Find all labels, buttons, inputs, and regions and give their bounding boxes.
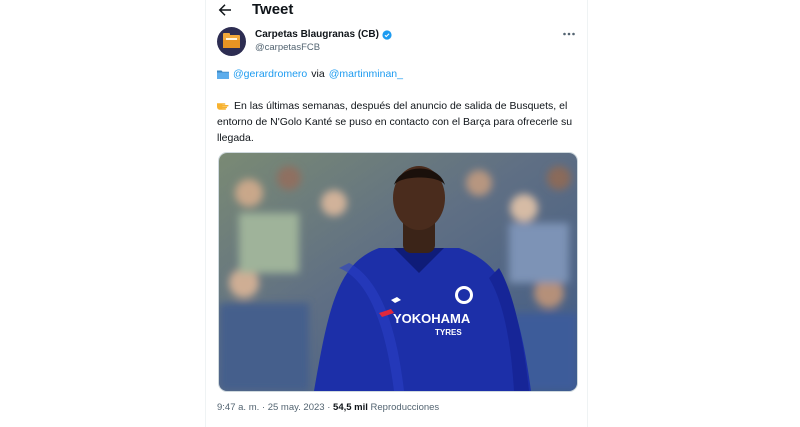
more-icon[interactable] xyxy=(562,29,576,39)
avatar[interactable] xyxy=(217,27,246,56)
source-line: @gerardromero via @martinminan_ xyxy=(217,68,403,80)
views-count: 54,5 mil xyxy=(333,402,368,413)
sponsor-text: YOKOHAMA xyxy=(393,311,471,326)
player-photo: YOKOHAMA TYRES xyxy=(219,153,577,391)
meta-separator-2: · xyxy=(327,402,331,413)
meta-separator: · xyxy=(261,402,266,413)
tweet-text-content: En las últimas semanas, después del anun… xyxy=(217,100,573,144)
mention-martinminan[interactable]: @martinminan_ xyxy=(329,68,403,80)
tweet-photo[interactable]: YOKOHAMA TYRES xyxy=(218,152,578,392)
pointing-hand-icon xyxy=(217,103,229,110)
tweet-date[interactable]: 25 may. 2023 xyxy=(268,402,325,413)
sponsor-subtext: TYRES xyxy=(435,328,462,337)
mention-gerardromero[interactable]: @gerardromero xyxy=(233,68,307,80)
author-name-row[interactable]: Carpetas Blaugranas (CB) xyxy=(255,29,392,40)
author-name[interactable]: Carpetas Blaugranas (CB) xyxy=(255,29,379,40)
via-text: via xyxy=(311,68,325,80)
page-title: Tweet xyxy=(252,1,294,18)
tweet-text: En las últimas semanas, después del anun… xyxy=(217,98,582,146)
views-label: Reproducciones xyxy=(370,402,440,413)
folder-icon xyxy=(217,70,229,79)
tweet-meta: 9:47 a. m. · 25 may. 2023 · 54,5 mil Rep… xyxy=(217,402,439,413)
top-bar: Tweet xyxy=(206,0,587,22)
tweet-time[interactable]: 9:47 a. m. xyxy=(217,402,259,413)
author-handle[interactable]: @carpetasFCB xyxy=(255,42,320,53)
back-arrow-icon[interactable] xyxy=(216,1,234,19)
verified-badge-icon xyxy=(382,29,392,40)
tweet-column: Tweet Carpetas Blaugranas (CB) @carpetas… xyxy=(205,0,588,427)
